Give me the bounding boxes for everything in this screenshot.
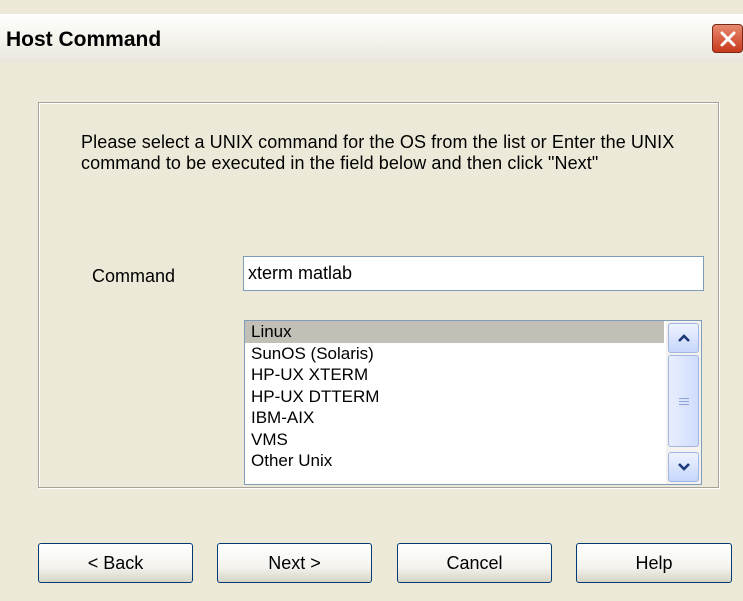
os-listbox[interactable]: Linux SunOS (Solaris) HP-UX XTERM HP-UX DTT… (244, 320, 702, 485)
cancel-button[interactable]: Cancel (397, 543, 552, 583)
os-list-item[interactable]: IBM-AIX (245, 407, 664, 429)
close-button[interactable] (712, 24, 743, 53)
command-label: Command (92, 266, 176, 286)
os-list-items: Linux SunOS (Solaris) HP-UX XTERM HP-UX DTT… (245, 321, 664, 484)
instructions-text: Please select a UNIX command for the OS … (81, 132, 675, 173)
host-command-dialog: Host Command Please select a UNIX comman… (0, 0, 743, 601)
help-button[interactable]: Help (576, 543, 732, 583)
title-bar[interactable]: Host Command (0, 14, 743, 62)
os-list-item[interactable]: HP-UX DTTERM (245, 386, 664, 408)
scroll-up-button[interactable] (668, 323, 699, 353)
os-list-item[interactable]: VMS (245, 429, 664, 451)
os-list-item[interactable]: Linux (245, 321, 664, 343)
scroll-down-button[interactable] (668, 452, 699, 482)
scroll-thumb[interactable] (668, 355, 699, 447)
list-scrollbar[interactable] (666, 321, 701, 484)
back-button[interactable]: < Back (38, 543, 193, 583)
os-list-item[interactable]: SunOS (Solaris) (245, 343, 664, 365)
command-input[interactable] (243, 256, 704, 291)
chevron-down-icon (677, 463, 690, 471)
grip-icon (678, 397, 689, 405)
window-title: Host Command (6, 28, 162, 51)
next-button[interactable]: Next > (217, 543, 372, 583)
close-icon (720, 31, 735, 46)
os-list-item[interactable]: HP-UX XTERM (245, 364, 664, 386)
chevron-up-icon (677, 334, 690, 342)
os-list-item[interactable]: Other Unix (245, 450, 664, 472)
